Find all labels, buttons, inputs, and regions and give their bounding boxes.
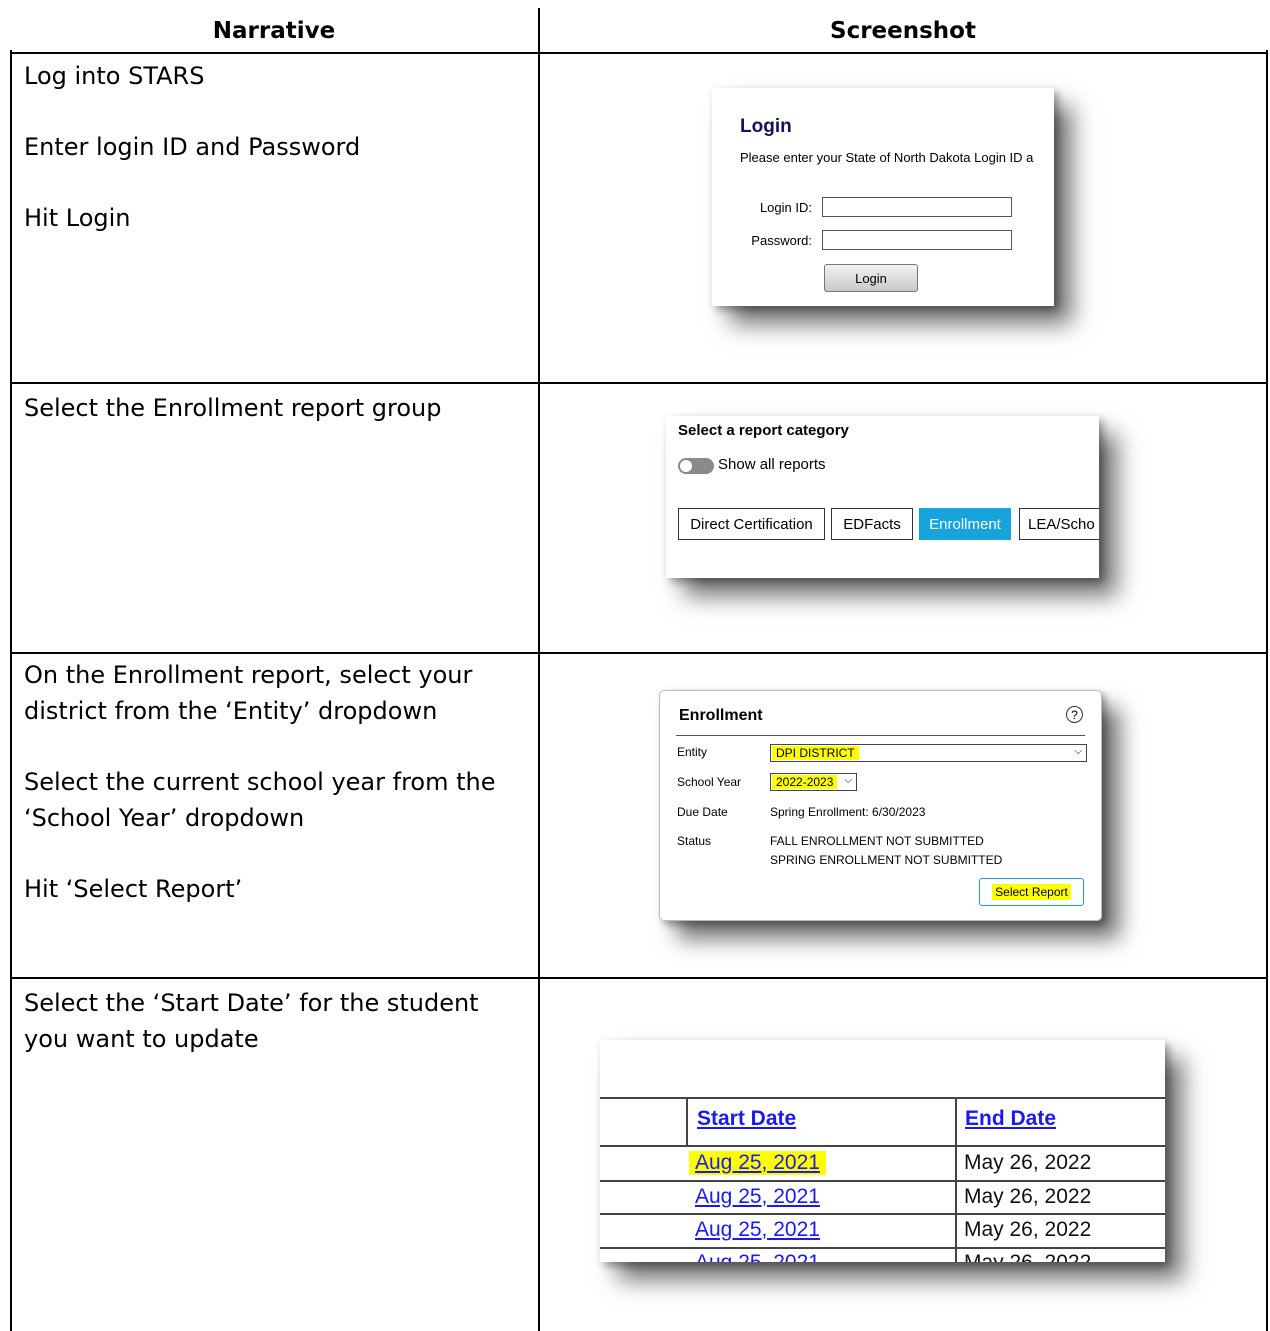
step-text: Select the Enrollment report group [24, 394, 442, 422]
table-border-right [1266, 50, 1268, 1331]
header-screenshot: Screenshot [830, 18, 976, 44]
header-divider [10, 52, 1268, 54]
row-1-narrative: Log into STARS Enter login ID and Passwo… [24, 58, 524, 236]
row-divider [10, 652, 1268, 654]
school-year-value: 2022-2023 [772, 775, 838, 789]
category-lea-school-button[interactable]: LEA/Scho [1019, 508, 1099, 540]
password-label: Password: [751, 233, 812, 248]
grid-line [686, 1097, 688, 1146]
entity-value: DPI DISTRICT [772, 746, 859, 760]
select-report-button[interactable]: Select Report [979, 878, 1084, 906]
title-underline [676, 735, 1085, 736]
row-divider [10, 382, 1268, 384]
row-2-narrative: Select the Enrollment report group [24, 390, 524, 426]
header-narrative: Narrative [212, 18, 336, 44]
step-text: Log into STARS [24, 62, 205, 90]
grid-line [600, 1180, 1165, 1182]
row-divider [10, 977, 1268, 979]
start-date-link[interactable]: Aug 25, 2021 [695, 1185, 820, 1209]
show-all-toggle[interactable] [678, 458, 714, 474]
login-screenshot: Login Please enter your State of North D… [712, 88, 1054, 306]
step-text: Select the current school year from the … [24, 768, 496, 832]
start-date-screenshot: Start Date End Date Aug 25, 2021 May 26,… [600, 1040, 1165, 1262]
enrollment-card: Enrollment ? Entity DPI DISTRICT ⌵ Schoo… [659, 690, 1102, 921]
help-icon[interactable]: ? [1066, 706, 1083, 723]
step-text: Hit Login [24, 204, 131, 232]
show-all-label: Show all reports [718, 456, 826, 473]
password-input[interactable] [822, 230, 1012, 250]
category-enrollment-button[interactable]: Enrollment [919, 508, 1011, 540]
row-4-narrative: Select the ‘Start Date’ for the student … [24, 985, 524, 1057]
status-label: Status [677, 834, 712, 848]
end-date-value: May 26, 2022 [964, 1251, 1091, 1262]
grid-line [600, 1213, 1165, 1215]
school-year-label: School Year [677, 775, 742, 789]
column-divider [538, 8, 540, 1331]
grid-line [600, 1145, 1165, 1147]
report-category-screenshot: Select a report category Show all report… [666, 416, 1099, 578]
due-date-label: Due Date [677, 805, 728, 819]
end-date-header[interactable]: End Date [965, 1107, 1056, 1131]
chevron-down-icon: ⌵ [1074, 746, 1082, 757]
table-border-left [10, 50, 12, 1331]
status-line: FALL ENROLLMENT NOT SUBMITTED [770, 834, 984, 848]
login-button[interactable]: Login [824, 264, 918, 292]
enrollment-title: Enrollment [679, 707, 763, 724]
enrollment-screenshot: Enrollment ? Entity DPI DISTRICT ⌵ Schoo… [659, 690, 1102, 921]
login-instructions: Please enter your State of North Dakota … [740, 150, 1034, 165]
chevron-down-icon: ⌵ [844, 775, 852, 786]
start-date-link[interactable]: Aug 25, 2021 [689, 1151, 826, 1175]
status-line: SPRING ENROLLMENT NOT SUBMITTED [770, 853, 1003, 867]
step-text: Select the ‘Start Date’ for the student … [24, 989, 479, 1053]
category-title: Select a report category [678, 422, 849, 439]
due-date-value: Spring Enrollment: 6/30/2023 [770, 805, 926, 819]
school-year-dropdown[interactable]: 2022-2023 ⌵ [770, 773, 857, 791]
entity-label: Entity [677, 745, 708, 759]
category-edfacts-button[interactable]: EDFacts [831, 508, 913, 540]
login-title: Login [740, 116, 792, 137]
end-date-value: May 26, 2022 [964, 1185, 1092, 1208]
step-text: On the Enrollment report, select your di… [24, 661, 473, 725]
start-date-header[interactable]: Start Date [697, 1107, 796, 1131]
login-id-input[interactable] [822, 197, 1012, 217]
end-date-value: May 26, 2022 [964, 1218, 1092, 1241]
row-3-narrative: On the Enrollment report, select your di… [24, 657, 524, 907]
start-date-link[interactable]: Aug 25, 2021 [695, 1218, 820, 1242]
start-date-link[interactable]: Aug 25, 2021 [695, 1251, 820, 1262]
grid-line [955, 1097, 957, 1262]
step-text: Enter login ID and Password [24, 133, 361, 161]
select-report-label: Select Report [992, 884, 1071, 900]
end-date-value: May 26, 2022 [964, 1151, 1092, 1174]
category-direct-certification-button[interactable]: Direct Certification [678, 508, 825, 540]
login-id-label: Login ID: [759, 200, 812, 215]
entity-dropdown[interactable]: DPI DISTRICT ⌵ [770, 744, 1087, 762]
grid-line [600, 1247, 1165, 1249]
grid-line [600, 1097, 1165, 1099]
step-text: Hit ‘Select Report’ [24, 875, 243, 903]
